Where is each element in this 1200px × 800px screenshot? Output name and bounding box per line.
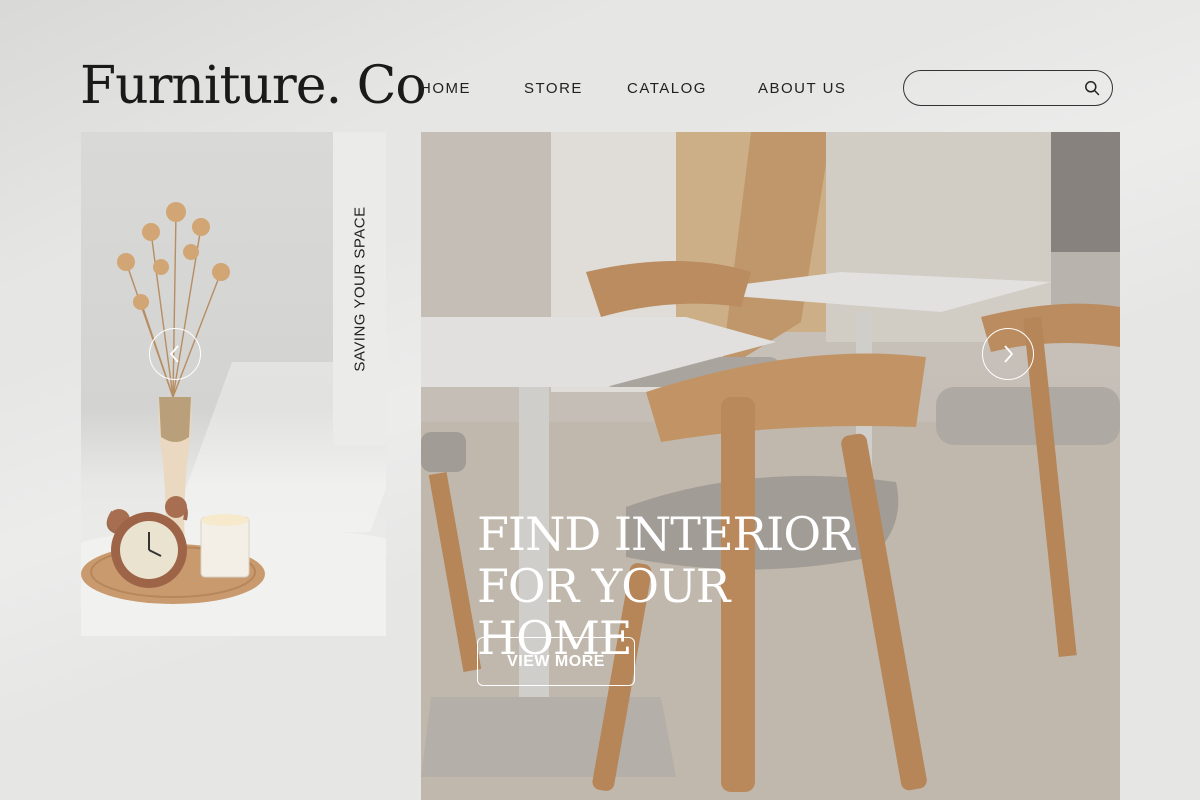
side-feature-card: SAVING YOUR SPACE xyxy=(81,132,386,636)
nav-about-us[interactable]: ABOUT US xyxy=(758,80,846,97)
vertical-tag: SAVING YOUR SPACE xyxy=(333,132,386,445)
nav-home[interactable]: HOME xyxy=(420,80,471,97)
search-box[interactable] xyxy=(903,70,1113,106)
dining-scene-image xyxy=(421,132,1120,800)
chevron-right-icon xyxy=(1004,345,1014,363)
next-slide-button[interactable] xyxy=(982,328,1034,380)
chevron-left-icon xyxy=(169,345,179,363)
brand-logo[interactable]: Furniture. Co xyxy=(80,56,427,116)
view-more-button[interactable]: VIEW MORE xyxy=(477,637,635,686)
search-input[interactable] xyxy=(918,77,1082,101)
prev-slide-button[interactable] xyxy=(149,328,201,380)
vertical-tag-label: SAVING YOUR SPACE xyxy=(351,205,368,372)
search-icon[interactable] xyxy=(1084,80,1100,96)
nav-catalog[interactable]: CATALOG xyxy=(627,80,707,97)
hero-banner: FIND INTERIOR FOR YOUR HOME VIEW MORE xyxy=(421,132,1120,800)
nav-store[interactable]: STORE xyxy=(524,80,583,97)
